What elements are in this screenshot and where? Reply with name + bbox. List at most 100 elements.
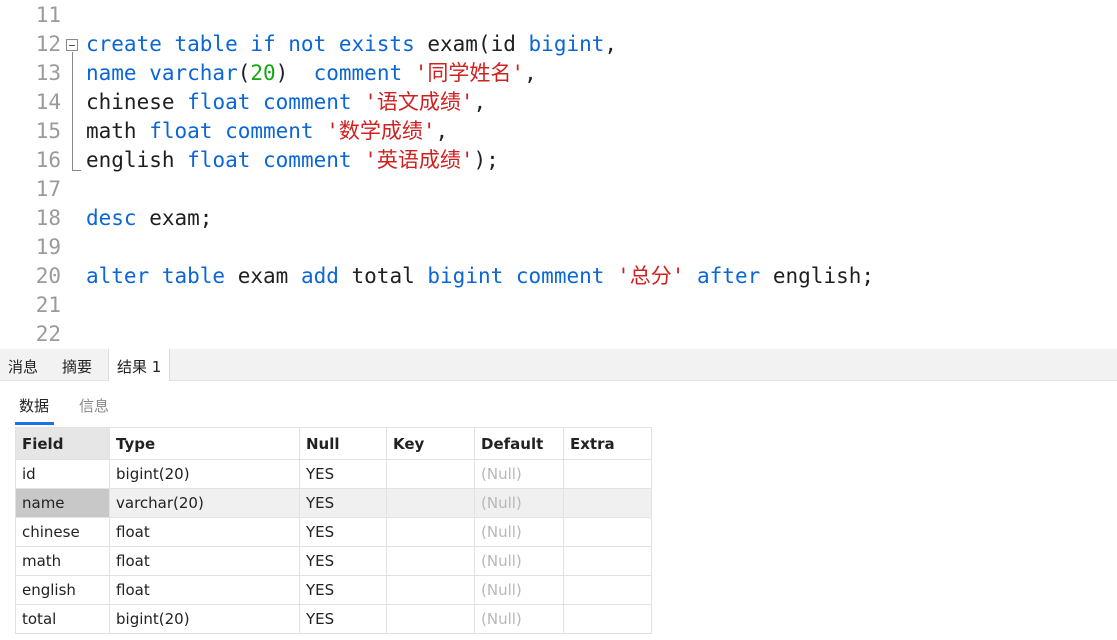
cell-key[interactable] xyxy=(386,459,475,489)
code-token: float comment xyxy=(187,90,352,114)
line-number: 18 xyxy=(35,206,61,230)
cell-key[interactable] xyxy=(386,575,475,605)
line-number: 20 xyxy=(35,264,61,288)
column-header-extra[interactable]: Extra xyxy=(563,427,652,460)
subtab-info[interactable]: 信息 xyxy=(79,395,109,416)
column-header-key[interactable]: Key xyxy=(386,427,475,460)
code-line[interactable]: 16 english float comment '英语成绩'); xyxy=(0,146,1117,175)
line-number: 14 xyxy=(35,90,61,114)
code-line[interactable]: 22 xyxy=(0,320,1117,349)
code-token: english; xyxy=(760,264,875,288)
code-token: total xyxy=(338,264,428,288)
code-line[interactable]: 11 xyxy=(0,1,1117,30)
tab-result-1[interactable]: 结果 1 xyxy=(108,349,171,381)
cell-default[interactable]: (Null) xyxy=(474,459,564,489)
code-line[interactable]: 14 chinese float comment '语文成绩', xyxy=(0,88,1117,117)
code-token: ( xyxy=(237,61,251,85)
column-header-default[interactable]: Default xyxy=(474,427,564,460)
code-token: ); xyxy=(473,148,499,172)
line-number: 15 xyxy=(35,119,61,143)
cell-default[interactable]: (Null) xyxy=(474,517,564,547)
code-token: exam(id xyxy=(414,32,529,56)
cell-extra[interactable] xyxy=(563,517,652,547)
cell-null[interactable]: YES xyxy=(299,517,387,547)
code-line[interactable]: 21 xyxy=(0,291,1117,320)
code-text: create table if not exists exam(id bigin… xyxy=(86,30,617,59)
line-number: 19 xyxy=(35,235,61,259)
code-text: alter table exam add total bigint commen… xyxy=(86,262,874,291)
cell-key[interactable] xyxy=(386,604,475,634)
cell-field[interactable]: total xyxy=(15,604,110,634)
cell-type[interactable]: bigint(20) xyxy=(109,459,300,489)
active-subtab-indicator xyxy=(15,422,54,425)
fold-guide-end xyxy=(72,170,81,171)
cell-default[interactable]: (Null) xyxy=(474,575,564,605)
cell-null[interactable]: YES xyxy=(299,488,387,518)
cell-field[interactable]: id xyxy=(15,459,110,489)
code-text: english float comment '英语成绩'); xyxy=(86,146,499,175)
code-line[interactable]: 13 name varchar(20) comment '同学姓名', xyxy=(0,59,1117,88)
code-token: alter table xyxy=(86,264,226,288)
cell-type[interactable]: float xyxy=(109,546,300,576)
cell-extra[interactable] xyxy=(563,575,652,605)
cell-extra[interactable] xyxy=(563,604,652,634)
code-token: bigint comment xyxy=(427,264,605,288)
code-token: exam; xyxy=(136,206,213,230)
cell-key[interactable] xyxy=(386,488,475,518)
result-subtab-bar: 数据 信息 xyxy=(0,381,1117,427)
cell-null[interactable]: YES xyxy=(299,546,387,576)
column-header-field[interactable]: Field xyxy=(15,427,110,460)
code-line[interactable]: 12 create table if not exists exam(id big… xyxy=(0,30,1117,59)
cell-null[interactable]: YES xyxy=(299,604,387,634)
cell-default[interactable]: (Null) xyxy=(474,604,564,634)
cell-type[interactable]: float xyxy=(109,575,300,605)
table-row[interactable]: id bigint(20) YES (Null) xyxy=(15,459,652,489)
collapse-icon[interactable] xyxy=(66,39,78,51)
code-token: add xyxy=(300,264,339,288)
column-header-type[interactable]: Type xyxy=(109,427,300,460)
table-row[interactable]: chinese float YES (Null) xyxy=(15,517,652,547)
code-line[interactable]: 15 math float comment '数学成绩', xyxy=(0,117,1117,146)
cell-field[interactable]: english xyxy=(15,575,110,605)
table-row[interactable]: math float YES (Null) xyxy=(15,546,652,576)
code-text: desc exam; xyxy=(86,204,212,233)
subtab-data[interactable]: 数据 xyxy=(19,395,49,416)
cell-type[interactable]: varchar(20) xyxy=(109,488,300,518)
code-token: float comment xyxy=(187,148,352,172)
cell-extra[interactable] xyxy=(563,546,652,576)
cell-key[interactable] xyxy=(386,546,475,576)
cell-field[interactable]: chinese xyxy=(15,517,110,547)
code-line[interactable]: 19 xyxy=(0,233,1117,262)
tab-messages[interactable]: 消息 xyxy=(0,349,46,381)
cell-extra[interactable] xyxy=(563,488,652,518)
code-token: english xyxy=(86,148,188,172)
cell-default[interactable]: (Null) xyxy=(474,546,564,576)
table-row[interactable]: total bigint(20) YES (Null) xyxy=(15,604,652,634)
cell-type[interactable]: float xyxy=(109,517,300,547)
code-line[interactable]: 17 xyxy=(0,175,1117,204)
code-token: chinese xyxy=(86,90,188,114)
code-line[interactable]: 18 desc exam; xyxy=(0,204,1117,233)
cell-type[interactable]: bigint(20) xyxy=(109,604,300,634)
cell-null[interactable]: YES xyxy=(299,575,387,605)
column-header-null[interactable]: Null xyxy=(299,427,387,460)
sql-editor[interactable]: 11 12 create table if not exists exam(id … xyxy=(0,0,1117,349)
table-row[interactable]: name varchar(20) YES (Null) xyxy=(15,488,652,518)
cell-field[interactable]: name xyxy=(15,488,110,518)
cell-null[interactable]: YES xyxy=(299,459,387,489)
cell-field[interactable]: math xyxy=(15,546,110,576)
code-text: chinese float comment '语文成绩', xyxy=(86,88,486,117)
tab-summary[interactable]: 摘要 xyxy=(54,349,100,381)
cell-key[interactable] xyxy=(386,517,475,547)
cell-extra[interactable] xyxy=(563,459,652,489)
table-row[interactable]: english float YES (Null) xyxy=(15,575,652,605)
code-token: '语文成绩' xyxy=(364,90,474,114)
code-token: math xyxy=(86,119,150,143)
cell-default[interactable]: (Null) xyxy=(474,488,564,518)
code-line[interactable]: 20 alter table exam add total bigint comm… xyxy=(0,262,1117,291)
